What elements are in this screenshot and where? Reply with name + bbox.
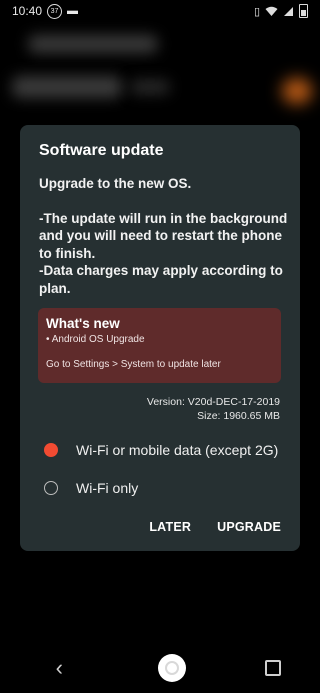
home-inner-ring xyxy=(164,661,179,675)
later-button[interactable]: LATER xyxy=(149,520,191,534)
dialog-message: Upgrade to the new OS. -The update will … xyxy=(39,175,289,297)
version-info: Version: V20d-DEC-17-2019 Size: 1960.65 … xyxy=(147,395,280,423)
whats-new-title: What's new xyxy=(46,316,120,331)
software-update-dialog: Software update Upgrade to the new OS. -… xyxy=(20,125,300,551)
home-icon[interactable] xyxy=(157,654,186,682)
navigation-bar: ‹ xyxy=(0,643,320,693)
option-label: Wi-Fi only xyxy=(76,480,139,496)
status-bar: 10:40 37 ▬ ▯ xyxy=(0,0,320,22)
background-blur-block xyxy=(130,80,170,94)
whats-new-item: • Android OS Upgrade xyxy=(46,334,145,345)
dialog-actions: LATER UPGRADE xyxy=(149,520,281,534)
back-icon[interactable]: ‹ xyxy=(39,655,79,681)
background-blur-block xyxy=(28,35,158,53)
signal-icon xyxy=(284,6,293,16)
size-label: Size: 1960.65 MB xyxy=(197,410,280,422)
dialog-title: Software update xyxy=(39,142,164,159)
message-icon: ▬ xyxy=(67,5,79,17)
version-label: Version: V20d-DEC-17-2019 xyxy=(146,396,280,408)
option-wifi-only[interactable]: Wi-Fi only xyxy=(44,480,138,496)
radio-unselected-icon[interactable] xyxy=(44,481,58,495)
background-blur-block xyxy=(12,76,122,98)
dialog-note-restart: -The update will run in the background a… xyxy=(39,210,288,261)
battery-icon xyxy=(299,4,308,18)
upgrade-button[interactable]: UPGRADE xyxy=(217,520,281,534)
radio-selected-icon[interactable] xyxy=(44,443,58,457)
vibrate-icon: ▯ xyxy=(253,5,260,18)
background-blur-accent xyxy=(282,78,312,104)
whats-new-settings-hint: Go to Settings > System to update later xyxy=(46,359,221,370)
dialog-headline: Upgrade to the new OS. xyxy=(39,176,192,191)
option-wifi-or-mobile-data[interactable]: Wi-Fi or mobile data (except 2G) xyxy=(44,442,278,458)
wifi-icon xyxy=(265,6,278,16)
option-label: Wi-Fi or mobile data (except 2G) xyxy=(76,442,279,458)
status-time: 10:40 xyxy=(12,4,43,18)
whats-new-panel: What's new • Android OS Upgrade Go to Se… xyxy=(38,308,281,383)
notification-badge-icon: 37 xyxy=(47,3,63,19)
recents-icon[interactable] xyxy=(264,660,281,676)
dialog-note-charges: -Data charges may apply according to pla… xyxy=(39,263,283,296)
